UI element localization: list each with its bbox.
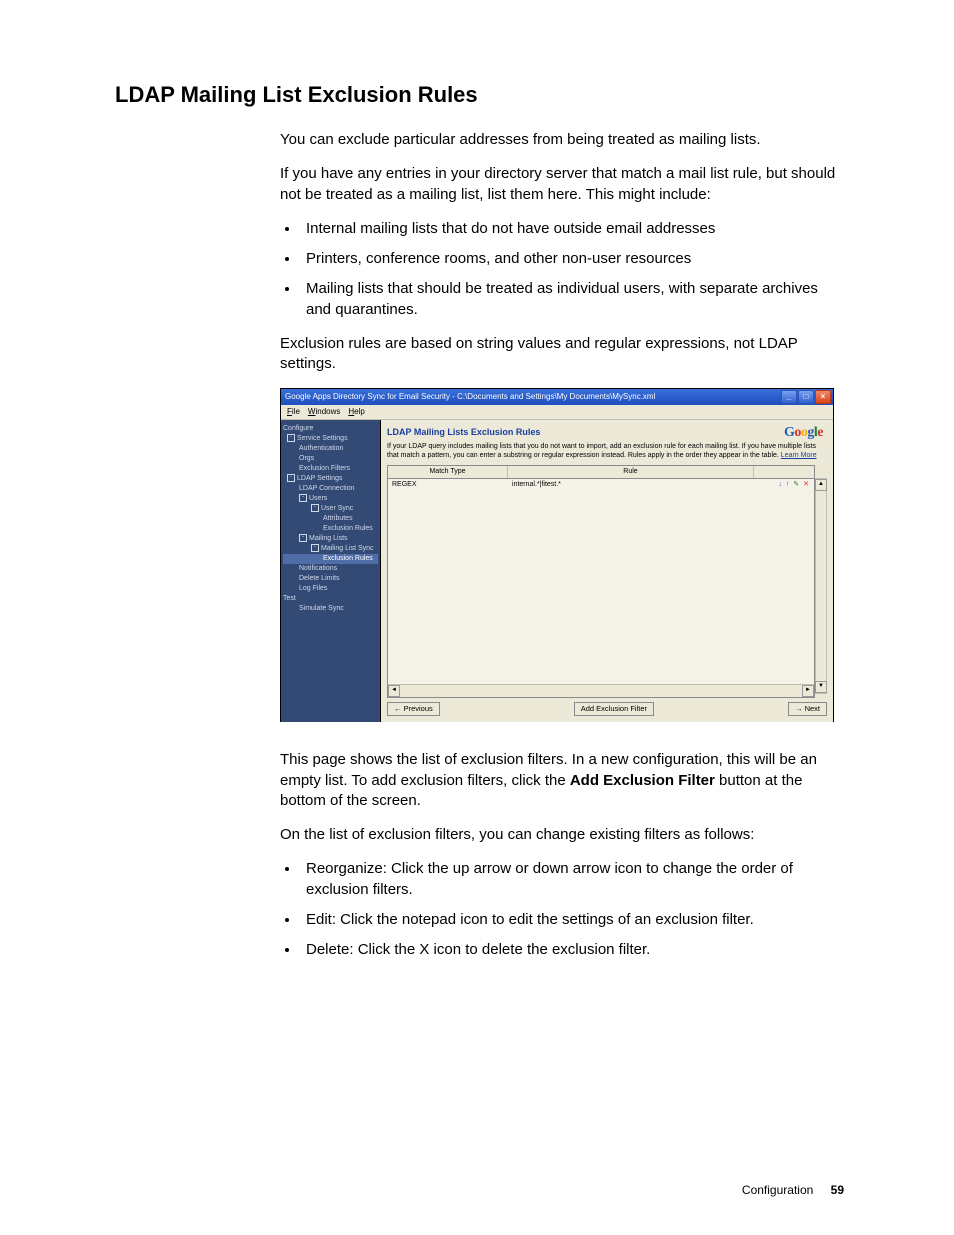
cell-rule: internal.*|fitest.* bbox=[508, 479, 754, 490]
page-footer: Configuration 59 bbox=[742, 1183, 844, 1197]
menu-bar: File Windows Help bbox=[281, 405, 833, 420]
col-rule[interactable]: Rule bbox=[508, 466, 754, 477]
scroll-down-icon[interactable]: ▼ bbox=[815, 681, 827, 693]
bullet-list: Reorganize: Click the up arrow or down a… bbox=[300, 859, 844, 960]
tree-user-sync[interactable]: -User Sync bbox=[283, 504, 378, 514]
paragraph: You can exclude particular addresses fro… bbox=[280, 130, 844, 150]
panel-title: LDAP Mailing Lists Exclusion Rules bbox=[387, 426, 827, 438]
learn-more-link[interactable]: Learn More bbox=[781, 452, 817, 459]
delete-icon[interactable]: ✕ bbox=[803, 481, 810, 488]
maximize-icon[interactable]: □ bbox=[798, 390, 814, 404]
list-item: Printers, conference rooms, and other no… bbox=[300, 249, 844, 269]
nav-tree[interactable]: Configure -Service Settings Authenticati… bbox=[281, 420, 381, 722]
list-item: Reorganize: Click the up arrow or down a… bbox=[300, 859, 844, 900]
paragraph: On the list of exclusion filters, you ca… bbox=[280, 825, 844, 845]
tree-exclusion-rules-users[interactable]: Exclusion Rules bbox=[283, 524, 378, 534]
page-number: 59 bbox=[831, 1183, 844, 1197]
list-item: Mailing lists that should be treated as … bbox=[300, 279, 844, 320]
section-heading: LDAP Mailing List Exclusion Rules bbox=[115, 82, 844, 108]
window-titlebar: Google Apps Directory Sync for Email Sec… bbox=[281, 389, 833, 405]
google-logo: Google bbox=[784, 424, 823, 443]
tree-mailing-list-sync[interactable]: -Mailing List Sync bbox=[283, 544, 378, 554]
menu-windows[interactable]: Windows bbox=[308, 407, 340, 418]
paragraph: This page shows the list of exclusion fi… bbox=[280, 750, 844, 811]
col-match-type[interactable]: Match Type bbox=[388, 466, 508, 477]
paragraph: If you have any entries in your director… bbox=[280, 164, 844, 205]
panel-description: If your LDAP query includes mailing list… bbox=[387, 442, 827, 460]
tree-notifications[interactable]: Notifications bbox=[283, 564, 378, 574]
scroll-right-icon[interactable]: ► bbox=[802, 685, 814, 697]
move-up-icon[interactable]: ↑ bbox=[786, 481, 791, 488]
panel-footer: ← Previous Add Exclusion Filter → Next bbox=[387, 698, 827, 716]
tree-test[interactable]: Test bbox=[283, 594, 378, 604]
tree-configure[interactable]: Configure bbox=[283, 424, 378, 434]
minimize-icon[interactable]: _ bbox=[781, 390, 797, 404]
tree-log-files[interactable]: Log Files bbox=[283, 584, 378, 594]
tree-ldap-settings[interactable]: -LDAP Settings bbox=[283, 474, 378, 484]
scroll-up-icon[interactable]: ▲ bbox=[815, 479, 827, 491]
previous-button[interactable]: ← Previous bbox=[387, 702, 440, 716]
tree-exclusion-rules-mailing[interactable]: Exclusion Rules bbox=[283, 554, 378, 564]
tree-attributes[interactable]: Attributes bbox=[283, 514, 378, 524]
edit-icon[interactable]: ✎ bbox=[793, 481, 800, 488]
app-screenshot: Google Apps Directory Sync for Email Sec… bbox=[280, 388, 834, 722]
vertical-scrollbar[interactable]: ▲ ▼ bbox=[815, 478, 827, 694]
tree-simulate-sync[interactable]: Simulate Sync bbox=[283, 604, 378, 614]
list-item: Delete: Click the X icon to delete the e… bbox=[300, 940, 844, 960]
horizontal-scrollbar[interactable]: ◄ ► bbox=[388, 684, 814, 697]
menu-file[interactable]: File bbox=[287, 407, 300, 418]
tree-authentication[interactable]: Authentication bbox=[283, 444, 378, 454]
filters-table: Match Type Rule REGEX internal.*|fitest.… bbox=[387, 465, 815, 698]
main-panel: LDAP Mailing Lists Exclusion Rules Googl… bbox=[381, 420, 833, 722]
tree-exclusion-filters[interactable]: Exclusion Filters bbox=[283, 464, 378, 474]
paragraph: Exclusion rules are based on string valu… bbox=[280, 334, 844, 375]
table-row[interactable]: REGEX internal.*|fitest.* ↓ ↑ ✎ ✕ bbox=[388, 479, 814, 490]
table-header: Match Type Rule bbox=[388, 466, 814, 478]
bullet-list: Internal mailing lists that do not have … bbox=[300, 219, 844, 320]
menu-help[interactable]: Help bbox=[348, 407, 364, 418]
tree-delete-limits[interactable]: Delete Limits bbox=[283, 574, 378, 584]
cell-match-type: REGEX bbox=[388, 479, 508, 490]
close-icon[interactable]: × bbox=[815, 390, 831, 404]
tree-ldap-connection[interactable]: LDAP Connection bbox=[283, 484, 378, 494]
cell-actions: ↓ ↑ ✎ ✕ bbox=[754, 479, 814, 490]
list-item: Edit: Click the notepad icon to edit the… bbox=[300, 910, 844, 930]
list-item: Internal mailing lists that do not have … bbox=[300, 219, 844, 239]
footer-label: Configuration bbox=[742, 1183, 813, 1197]
tree-service-settings[interactable]: -Service Settings bbox=[283, 434, 378, 444]
move-down-icon[interactable]: ↓ bbox=[778, 481, 783, 488]
window-title: Google Apps Directory Sync for Email Sec… bbox=[285, 392, 780, 403]
tree-mailing-lists[interactable]: -Mailing Lists bbox=[283, 534, 378, 544]
add-exclusion-filter-button[interactable]: Add Exclusion Filter bbox=[574, 702, 654, 716]
scroll-left-icon[interactable]: ◄ bbox=[388, 685, 400, 697]
tree-orgs[interactable]: Orgs bbox=[283, 454, 378, 464]
next-button[interactable]: → Next bbox=[788, 702, 827, 716]
tree-users[interactable]: -Users bbox=[283, 494, 378, 504]
col-actions bbox=[754, 466, 814, 477]
